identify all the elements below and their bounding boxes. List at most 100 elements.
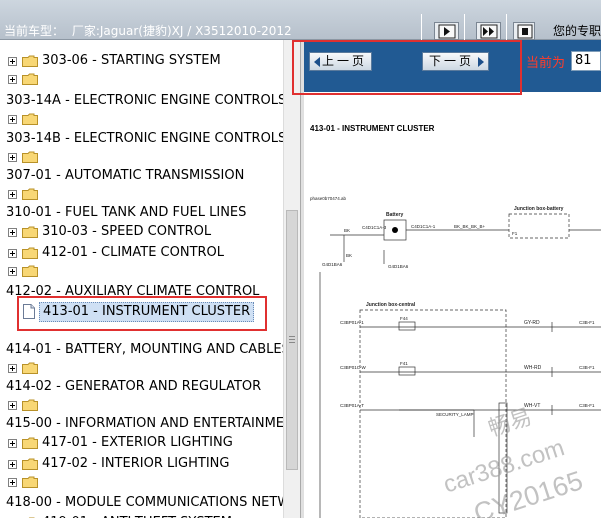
tree-item[interactable]: 303-14B - ELECTRONIC ENGINE CONTROLS — [0, 130, 283, 148]
expand-icon[interactable] — [8, 228, 17, 237]
output-label-1: C3B-F1 — [579, 320, 595, 325]
page-number-input[interactable]: 81 — [571, 51, 601, 71]
tree-folder-row[interactable] — [0, 473, 283, 491]
scrollbar-thumb[interactable] — [286, 210, 298, 470]
tree-item[interactable]: 419-01 - ANTI-THEFT SYSTEM — [0, 514, 283, 518]
tree-item-label: 417-01 - EXTERIOR LIGHTING — [42, 435, 233, 450]
wire-wh-rd: WH-RD — [524, 365, 542, 371]
model-value: 厂家:Jaguar(捷豹)XJ / X3512010-2012 — [71, 24, 292, 38]
expand-icon[interactable] — [8, 190, 17, 199]
folder-icon — [22, 247, 38, 259]
connector-label-1: C3BP01A-1 — [340, 320, 364, 325]
expand-icon[interactable] — [8, 267, 17, 276]
tree-item-label: 415-00 - INFORMATION AND ENTERTAINMENT — [6, 416, 283, 431]
tree-item-label: 414-01 - BATTERY, MOUNTING AND CABLES — [6, 342, 283, 357]
expand-icon[interactable] — [8, 401, 17, 410]
tree-item[interactable]: 303-06 - STARTING SYSTEM — [0, 52, 283, 70]
tree-item[interactable]: 310-03 - SPEED CONTROL — [0, 223, 283, 241]
tree-scrollbar[interactable] — [283, 40, 300, 518]
folder-icon — [22, 362, 38, 374]
tree-item-label: 307-01 - AUTOMATIC TRANSMISSION — [6, 168, 245, 183]
tree-item-label: 418-00 - MODULE COMMUNICATIONS NETWORK — [6, 495, 283, 510]
battery-label: Battery — [386, 212, 403, 218]
folder-icon — [22, 55, 38, 67]
junction-box-central-label: Junction box-central — [366, 302, 416, 308]
print-icon — [517, 24, 533, 39]
tree-item-label: 303-06 - STARTING SYSTEM — [42, 53, 221, 68]
expand-icon[interactable] — [8, 478, 17, 487]
nav-highlight-box — [292, 40, 522, 95]
tree-item-label: 303-14B - ELECTRONIC ENGINE CONTROLS — [6, 131, 283, 146]
tree-item[interactable]: 412-01 - CLIMATE CONTROL — [0, 244, 283, 262]
double-page-button[interactable] — [476, 22, 501, 40]
tree-item-label: 414-02 - GENERATOR AND REGULATOR — [6, 379, 262, 394]
tree-item[interactable]: 414-02 - GENERATOR AND REGULATOR — [0, 378, 283, 396]
fuse-f1: F1 — [512, 231, 518, 236]
folder-icon — [22, 188, 38, 200]
tree-item[interactable]: 417-02 - INTERIOR LIGHTING — [0, 455, 283, 473]
expand-icon[interactable] — [8, 75, 17, 84]
wiring-diagram: 413-01 - INSTRUMENT CLUSTER phase0b70474… — [304, 92, 601, 518]
tree-item-label: 310-01 - FUEL TANK AND FUEL LINES — [6, 205, 247, 220]
diagram-viewer: 上一页 下一页 当前为 81 413-01 - INSTRUMENT CLUST… — [304, 40, 601, 518]
folder-icon — [22, 226, 38, 238]
output-label-2: C3B-F1 — [579, 365, 595, 370]
connector-label-2: C3BP01C-W — [340, 365, 367, 370]
folder-icon — [22, 399, 38, 411]
folder-icon — [22, 73, 38, 85]
tree-folder-row[interactable] — [0, 148, 283, 166]
diagram-ref: phase0b70474.ab — [310, 196, 347, 201]
tree-item-label: 310-03 - SPEED CONTROL — [42, 224, 212, 239]
wire-label-c2: C4D1C1A-1 — [411, 224, 436, 229]
folder-icon — [22, 476, 38, 488]
toolbar-separator — [464, 14, 465, 40]
wire-label-d: BK_BK_BK_B+ — [454, 224, 486, 229]
bk-label-2: BK — [346, 253, 352, 258]
output-label-3: C3B-F1 — [579, 403, 595, 408]
expand-icon[interactable] — [8, 249, 17, 258]
tree-item-label: 419-01 - ANTI-THEFT SYSTEM — [42, 514, 232, 518]
expand-icon[interactable] — [8, 439, 17, 448]
expand-icon[interactable] — [8, 57, 17, 66]
tree-panel: 303-06 - STARTING SYSTEM 303-14A - ELECTR… — [0, 40, 283, 518]
tree-item[interactable]: 303-14A - ELECTRONIC ENGINE CONTROLS — [0, 92, 283, 110]
tree-item-label: 417-02 - INTERIOR LIGHTING — [42, 456, 230, 471]
fuse-label-2: F41 — [400, 361, 408, 366]
promo-text: 您的专职 — [553, 24, 601, 38]
tree-folder-row[interactable] — [0, 185, 283, 203]
folder-icon — [22, 437, 38, 449]
tree-folder-row[interactable] — [0, 262, 283, 280]
expand-icon[interactable] — [8, 115, 17, 124]
security-lamp-label: SECURITY_LAMP — [436, 412, 474, 417]
page-label: 当前为 — [526, 56, 566, 71]
ground-g2: G4D1BA6 — [388, 264, 409, 269]
single-page-icon — [438, 24, 456, 39]
folder-icon — [22, 113, 38, 125]
expand-icon[interactable] — [8, 364, 17, 373]
print-button[interactable] — [513, 22, 535, 40]
double-page-icon — [480, 24, 498, 39]
tree-item[interactable]: 418-00 - MODULE COMMUNICATIONS NETWORK — [0, 494, 283, 512]
ground-g1: G4D1BA6 — [322, 262, 343, 267]
tree-item[interactable]: 307-01 - AUTOMATIC TRANSMISSION — [0, 167, 283, 185]
tree-item[interactable]: 417-01 - EXTERIOR LIGHTING — [0, 434, 283, 452]
current-model: 当前车型： 厂家:Jaguar(捷豹)XJ / X3512010-2012 — [4, 22, 292, 39]
tree-item-label: 303-14A - ELECTRONIC ENGINE CONTROLS — [6, 93, 283, 108]
model-label: 当前车型： — [4, 24, 65, 38]
tree-item[interactable]: 310-01 - FUEL TANK AND FUEL LINES — [0, 204, 283, 222]
folder-icon — [22, 151, 38, 163]
tree-folder-row[interactable] — [0, 396, 283, 414]
folder-icon — [22, 265, 38, 277]
header-bar: 当前车型： 厂家:Jaguar(捷豹)XJ / X3512010-2012 您的… — [0, 0, 601, 40]
tree-folder-row[interactable] — [0, 70, 283, 88]
tree-folder-row[interactable] — [0, 110, 283, 128]
expand-icon[interactable] — [8, 153, 17, 162]
expand-icon[interactable] — [8, 460, 17, 469]
tree-item-label: 412-01 - CLIMATE CONTROL — [42, 245, 225, 260]
folder-icon — [22, 458, 38, 470]
single-page-button[interactable] — [434, 22, 459, 40]
tree-item[interactable]: 415-00 - INFORMATION AND ENTERTAINMENT — [0, 415, 283, 433]
tree-folder-row[interactable] — [0, 359, 283, 377]
tree-item[interactable]: 414-01 - BATTERY, MOUNTING AND CABLES — [0, 341, 283, 359]
connector-label-3: C3BP01A-T — [340, 403, 364, 408]
